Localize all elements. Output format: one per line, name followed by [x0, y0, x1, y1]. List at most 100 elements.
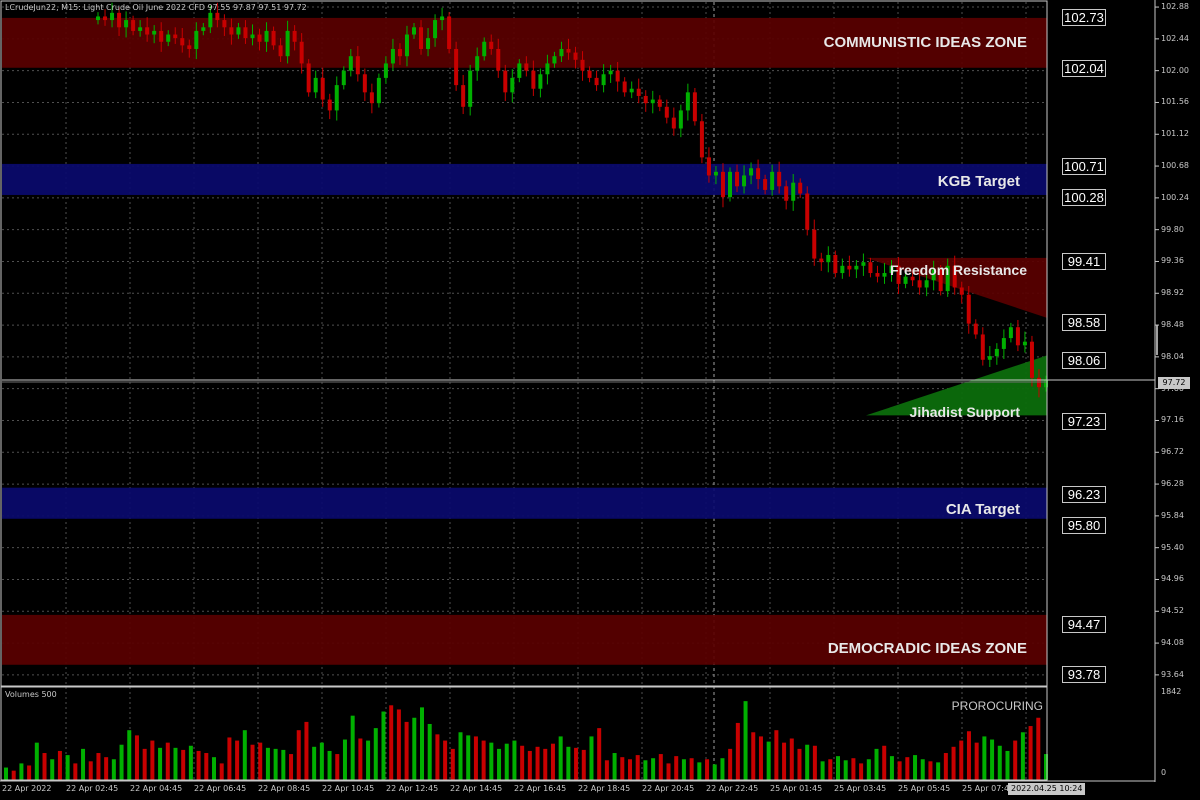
volume-bar — [497, 748, 502, 780]
candle-body — [313, 77, 318, 93]
candle-body — [650, 99, 655, 104]
price-axis-tick: 93.64 — [1161, 669, 1184, 679]
candle-body — [496, 48, 501, 71]
candle-body — [777, 171, 782, 187]
volume-bar — [81, 748, 86, 780]
volume-bar — [396, 709, 401, 780]
price-axis-tick: 100.24 — [1161, 192, 1189, 202]
candle-body — [966, 294, 971, 324]
price-chart-frame — [0, 0, 1048, 687]
volume-bar — [535, 746, 540, 780]
time-axis-tick: 22 Apr 14:45 — [450, 784, 503, 793]
volume-bar — [966, 731, 971, 780]
price-tag-99-41: 99.41 — [1062, 253, 1106, 270]
volume-bar — [489, 742, 494, 780]
candle-body — [552, 56, 557, 64]
volume-bar — [550, 743, 555, 780]
volume-bar — [158, 747, 163, 780]
volume-bar — [335, 754, 340, 780]
volume-bar — [73, 763, 78, 780]
candle-body — [678, 110, 683, 129]
time-axis-tick: 22 Apr 16:45 — [514, 784, 567, 793]
time-axis-tick: 22 Apr 2022 — [2, 784, 52, 793]
volume-bar — [828, 759, 833, 780]
candle-body — [110, 12, 115, 21]
price-tag-102-04: 102.04 — [1062, 60, 1106, 77]
candle-body — [447, 16, 452, 49]
volume-bar — [789, 738, 794, 780]
candle-body — [980, 334, 985, 360]
candle-body — [706, 157, 711, 176]
volume-bar — [666, 763, 671, 780]
price-chart[interactable] — [0, 0, 1200, 800]
price-tag-102-73: 102.73 — [1062, 9, 1106, 26]
price-axis-tick: 94.08 — [1161, 638, 1184, 648]
candle-body — [784, 186, 789, 201]
candle-body — [440, 16, 445, 21]
volume-bar — [889, 756, 894, 780]
volume-bar — [473, 736, 478, 780]
candle-body — [306, 63, 311, 93]
candle-body — [1015, 327, 1020, 346]
candle-body — [987, 356, 992, 360]
price-axis-tick: 95.40 — [1161, 542, 1184, 552]
candle-body — [404, 34, 409, 57]
volume-bar — [859, 763, 864, 780]
volume-bar — [381, 711, 386, 780]
volume-bar — [836, 756, 840, 780]
time-axis-tick: 25 Apr 03:45 — [834, 784, 887, 793]
volume-bar — [866, 759, 871, 780]
candle-body — [699, 121, 704, 158]
symbol-info: LCrudeJun22, M15: Light Crude Oil June 2… — [5, 3, 307, 12]
volume-bar — [312, 746, 317, 780]
chart-window[interactable]: LCrudeJun22, M15: Light Crude Oil June 2… — [0, 0, 1200, 800]
cia-zone — [2, 487, 1047, 519]
volume-bar — [566, 746, 571, 780]
jihadist-support-label: Jihadist Support — [909, 404, 1020, 420]
volume-bar — [913, 755, 918, 780]
volume-bar — [481, 740, 486, 780]
volume-bar — [520, 745, 525, 780]
price-tag-95-80: 95.80 — [1062, 517, 1106, 534]
candle-body — [145, 27, 150, 35]
time-axis-tick: 22 Apr 10:45 — [322, 784, 375, 793]
price-tag-97-23: 97.23 — [1062, 413, 1106, 430]
volume-bar — [88, 761, 93, 780]
candle-body — [917, 280, 922, 288]
candle-body — [692, 92, 697, 122]
volume-bar — [743, 701, 748, 780]
volume-bar — [527, 750, 532, 780]
volume-bar — [242, 730, 247, 780]
volume-bar — [959, 740, 964, 780]
candle-body — [278, 45, 283, 57]
volume-bar — [612, 753, 617, 780]
time-axis-tick: 22 Apr 12:45 — [386, 784, 439, 793]
candle-body — [250, 34, 255, 39]
volume-bar — [173, 747, 178, 780]
current-price-marker: 97.72 — [1158, 377, 1190, 389]
candle-body — [1008, 327, 1013, 339]
candle-body — [791, 182, 796, 201]
candle-body — [735, 171, 740, 187]
volume-bar — [512, 740, 517, 780]
volume-bar — [1013, 740, 1018, 780]
candle-body — [517, 63, 522, 78]
candle-body — [636, 88, 641, 96]
price-axis-tick: 102.88 — [1161, 2, 1189, 12]
volume-axis-min: 0 — [1161, 768, 1167, 777]
candle-body — [117, 12, 122, 28]
volume-bar — [581, 749, 586, 780]
candle-body — [243, 27, 248, 39]
price-tag-98-06: 98.06 — [1062, 352, 1106, 369]
volume-bar — [127, 730, 132, 780]
volume-bar — [574, 747, 579, 780]
candle-body — [720, 171, 725, 198]
candle-body — [236, 27, 241, 35]
volume-bar — [319, 742, 324, 780]
candle-body — [657, 99, 662, 107]
candle-body — [376, 77, 381, 104]
volume-bar — [936, 762, 941, 780]
volume-bar — [558, 736, 563, 780]
price-axis-tick: 101.56 — [1161, 97, 1189, 107]
volume-bar — [350, 715, 355, 780]
